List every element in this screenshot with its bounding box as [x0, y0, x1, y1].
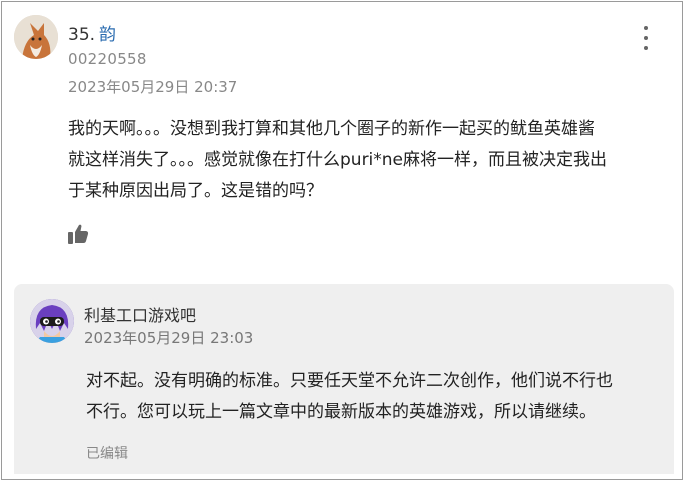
comment-body-line: 我的天啊。。。没想到我打算和其他几个圈子的新作一起买的鱿鱼英雄酱: [68, 119, 595, 139]
user-id: 00220558: [68, 50, 147, 68]
comment-thread-frame: 35. 韵 00220558 2023年05月29日 20:37 我的天啊。。。没…: [1, 1, 683, 480]
fox-avatar[interactable]: [14, 15, 58, 59]
comment-number: 35.: [68, 25, 96, 45]
reply-body-line: 不行。您可以玩上一篇文章中的最新版本的英雄游戏，所以请继续。: [86, 402, 596, 422]
more-vertical-icon[interactable]: [636, 26, 656, 50]
username-link[interactable]: 韵: [99, 25, 116, 45]
comment-body-line: 就这样消失了。。。感觉就像在打什么puri*ne麻将一样，而且被决定我出: [68, 150, 608, 170]
thumbs-up-icon[interactable]: [66, 222, 90, 246]
author-reply: 利基工口游戏吧 2023年05月29日 23:03 对不起。没有明确的标准。只要…: [14, 284, 674, 474]
comment-body-line: 于某种原因出局了。这是错的吗？: [68, 181, 323, 201]
comment-body: 我的天啊。。。没想到我打算和其他几个圈子的新作一起买的鱿鱼英雄酱 就这样消失了。…: [68, 114, 650, 207]
inkling-avatar[interactable]: [30, 299, 74, 343]
edited-label: 已编辑: [86, 446, 128, 462]
comment: 35. 韵 00220558 2023年05月29日 20:37 我的天啊。。。没…: [2, 2, 682, 272]
reply-author-name[interactable]: 利基工口游戏吧: [84, 302, 196, 326]
comment-timestamp: 2023年05月29日 20:37: [68, 78, 238, 96]
comment-header: 35. 韵: [68, 20, 116, 45]
reply-body-line: 对不起。没有明确的标准。只要任天堂不允许二次创作，他们说不行也: [86, 371, 613, 391]
reply-body: 对不起。没有明确的标准。只要任天堂不允许二次创作，他们说不行也 不行。您可以玩上…: [86, 366, 666, 428]
reply-timestamp: 2023年05月29日 23:03: [84, 329, 254, 347]
